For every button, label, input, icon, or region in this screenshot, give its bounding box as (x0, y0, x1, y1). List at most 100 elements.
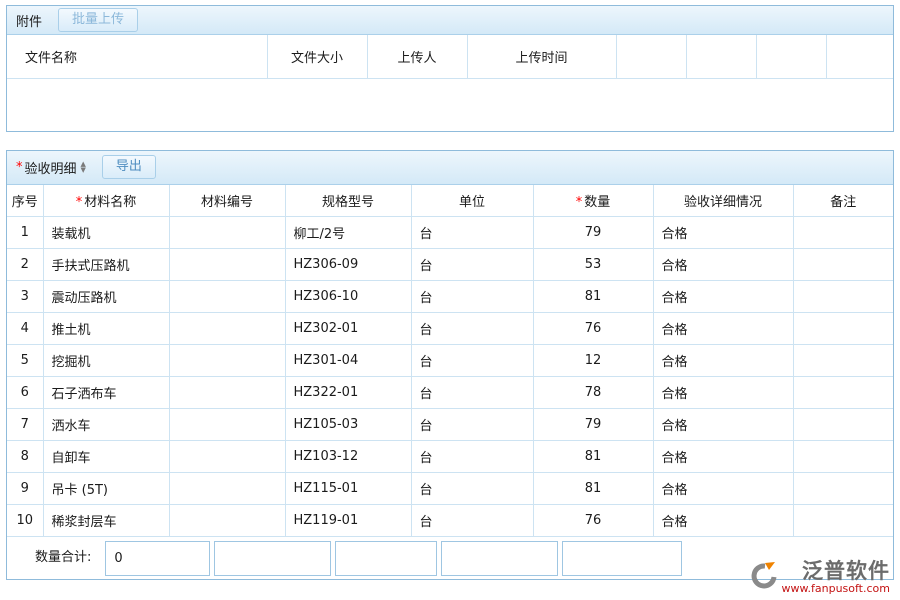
cell-qty: 81 (533, 441, 653, 473)
cell-spec: HZ306-09 (285, 249, 411, 281)
cell-status: 合格 (653, 281, 793, 313)
cell-remark (793, 473, 893, 505)
cell-status: 合格 (653, 377, 793, 409)
total-input-4[interactable] (441, 541, 558, 576)
details-column-header: 单位 (411, 185, 533, 217)
table-row[interactable]: 4推土机HZ302-01台76合格 (7, 313, 893, 345)
cell-status: 合格 (653, 441, 793, 473)
cell-unit: 台 (411, 409, 533, 441)
cell-unit: 台 (411, 249, 533, 281)
cell-qty: 81 (533, 473, 653, 505)
table-row[interactable]: 10稀浆封层车HZ119-01台76合格 (7, 505, 893, 537)
table-row[interactable]: 6石子洒布车 HZ322-01台78合格 (7, 377, 893, 409)
cell-unit: 台 (411, 505, 533, 537)
cell-code (169, 505, 285, 537)
cell-remark (793, 345, 893, 377)
cell-name: 石子洒布车 (43, 377, 169, 409)
cell-qty: 12 (533, 345, 653, 377)
attachment-table: 文件名称文件大小上传人上传时间 (7, 35, 893, 79)
details-column-header: 验收详细情况 (653, 185, 793, 217)
table-row[interactable]: 7洒水车HZ105-03台79合格 (7, 409, 893, 441)
cell-qty: 76 (533, 313, 653, 345)
details-header-row: 序号*材料名称材料编号规格型号单位*数量验收详细情况备注 (7, 185, 893, 217)
required-marker: * (576, 195, 583, 210)
cell-remark (793, 313, 893, 345)
vendor-url: www.fanpusoft.com (782, 583, 890, 595)
table-row[interactable]: 2手扶式压路机HZ306-09台53合格 (7, 249, 893, 281)
cell-name: 推土机 (43, 313, 169, 345)
cell-no: 7 (7, 409, 43, 441)
cell-unit: 台 (411, 377, 533, 409)
cell-no: 3 (7, 281, 43, 313)
cell-remark (793, 249, 893, 281)
attachment-column-header: 文件名称 (7, 35, 267, 78)
cell-no: 8 (7, 441, 43, 473)
cell-no: 4 (7, 313, 43, 345)
cell-status: 合格 (653, 249, 793, 281)
cell-remark (793, 377, 893, 409)
attachment-column-header (756, 35, 826, 78)
details-table: 序号*材料名称材料编号规格型号单位*数量验收详细情况备注 1装载机柳工/2号台7… (7, 185, 893, 538)
table-row[interactable]: 5挖掘机HZ301-04台12合格 (7, 345, 893, 377)
cell-remark (793, 217, 893, 249)
cell-spec: HZ306-10 (285, 281, 411, 313)
attachment-empty-body (7, 79, 893, 131)
cell-spec: HZ302-01 (285, 313, 411, 345)
cell-name: 稀浆封层车 (43, 505, 169, 537)
cell-code (169, 249, 285, 281)
cell-no: 1 (7, 217, 43, 249)
total-input-3[interactable] (335, 541, 437, 576)
sort-control[interactable]: ▲ ▼ (81, 161, 86, 173)
acceptance-details-panel: * 验收明细 ▲ ▼ 导出 序号*材料名称材料编号规格型号单位*数量验收详细情况… (6, 150, 894, 581)
cell-qty: 53 (533, 249, 653, 281)
attachment-header-row: 文件名称文件大小上传人上传时间 (7, 35, 893, 78)
cell-spec: HZ119-01 (285, 505, 411, 537)
cell-no: 2 (7, 249, 43, 281)
totals-row: 数量合计: (7, 537, 893, 579)
cell-qty: 79 (533, 409, 653, 441)
cell-spec: HZ105-03 (285, 409, 411, 441)
details-column-header: 规格型号 (285, 185, 411, 217)
table-row[interactable]: 1装载机柳工/2号台79合格 (7, 217, 893, 249)
cell-remark (793, 409, 893, 441)
cell-name: 自卸车 (43, 441, 169, 473)
cell-qty: 81 (533, 281, 653, 313)
quantity-total-input[interactable] (105, 541, 210, 576)
total-input-5[interactable] (562, 541, 682, 576)
cell-remark (793, 505, 893, 537)
attachment-column-header: 上传人 (367, 35, 467, 78)
cell-remark (793, 441, 893, 473)
cell-spec: HZ103-12 (285, 441, 411, 473)
cell-spec: HZ322-01 (285, 377, 411, 409)
cell-no: 10 (7, 505, 43, 537)
cell-code (169, 441, 285, 473)
details-column-header: 备注 (793, 185, 893, 217)
total-input-2[interactable] (214, 541, 331, 576)
cell-no: 5 (7, 345, 43, 377)
cell-unit: 台 (411, 441, 533, 473)
details-column-header: 材料编号 (169, 185, 285, 217)
attachment-panel: 附件 批量上传 文件名称文件大小上传人上传时间 (6, 5, 894, 132)
attachment-column-header: 上传时间 (467, 35, 616, 78)
table-row[interactable]: 3震动压路机HZ306-10台81合格 (7, 281, 893, 313)
cell-code (169, 313, 285, 345)
cell-code (169, 473, 285, 505)
table-row[interactable]: 8自卸车 HZ103-12台81合格 (7, 441, 893, 473)
export-button[interactable]: 导出 (102, 155, 156, 179)
batch-upload-button[interactable]: 批量上传 (58, 8, 138, 32)
cell-spec: 柳工/2号 (285, 217, 411, 249)
cell-name: 挖掘机 (43, 345, 169, 377)
cell-qty: 78 (533, 377, 653, 409)
required-marker: * (76, 195, 83, 210)
cell-no: 6 (7, 377, 43, 409)
cell-unit: 台 (411, 345, 533, 377)
details-header-bar: * 验收明细 ▲ ▼ 导出 (7, 151, 893, 185)
cell-code (169, 345, 285, 377)
required-marker: * (16, 160, 23, 175)
attachment-title: 附件 (16, 11, 42, 30)
cell-spec: HZ115-01 (285, 473, 411, 505)
cell-name: 震动压路机 (43, 281, 169, 313)
cell-status: 合格 (653, 505, 793, 537)
sort-down-icon: ▼ (81, 167, 86, 173)
table-row[interactable]: 9吊卡 (5T)HZ115-01台81合格 (7, 473, 893, 505)
